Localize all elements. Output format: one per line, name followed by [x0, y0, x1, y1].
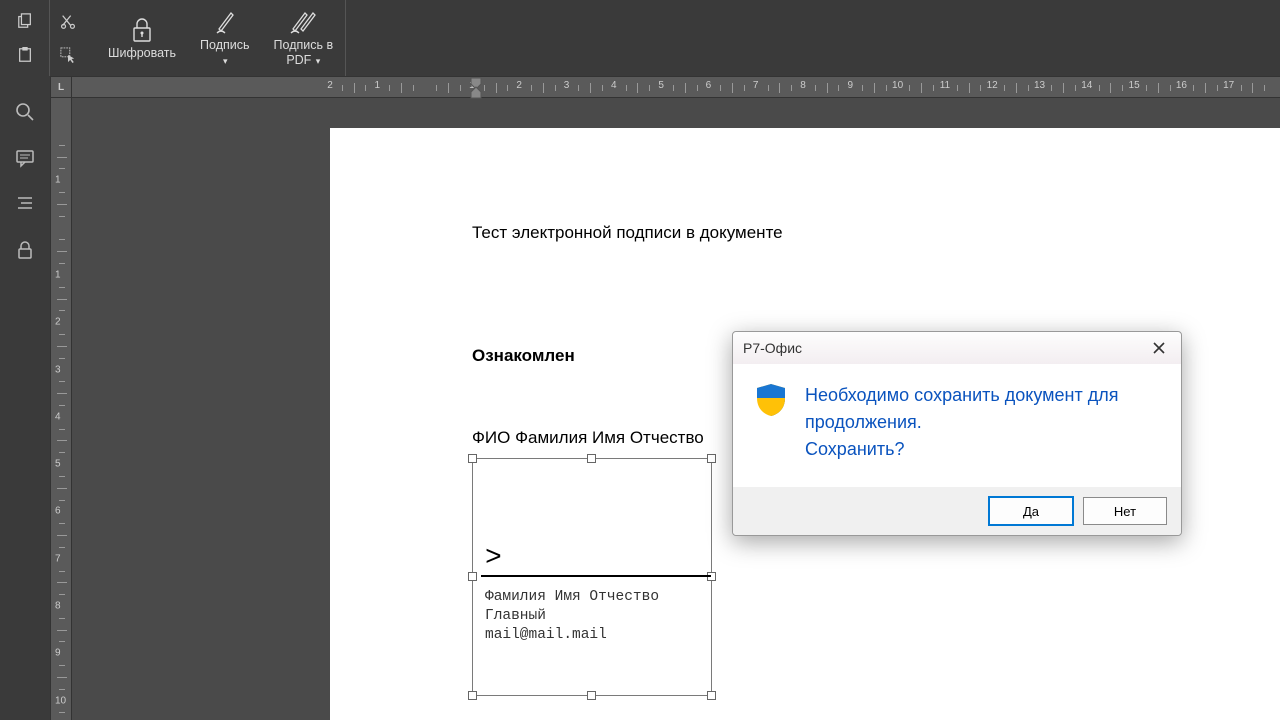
ruler-tick: 6 — [706, 80, 712, 91]
paste-icon[interactable] — [17, 47, 33, 63]
sign-button[interactable]: Подпись▾ — [188, 0, 261, 76]
ruler-tick: 10 — [892, 80, 903, 91]
ruler-tick: 4 — [611, 80, 617, 91]
dialog-message: Необходимо сохранить документ для продол… — [805, 382, 1161, 463]
signature-name: Фамилия Имя Отчество — [485, 589, 659, 605]
ruler-tick: 16 — [1176, 80, 1187, 91]
encrypt-label: Шифровать — [108, 46, 176, 61]
cut-icon[interactable] — [60, 13, 76, 29]
pen-pdf-icon — [289, 8, 317, 36]
vertical-ruler[interactable]: 1 1 2 3 4 5 6 7 8 9 10 — [50, 98, 72, 720]
resize-handle[interactable] — [587, 691, 596, 700]
ruler-tick: 2 — [55, 317, 61, 328]
search-icon[interactable] — [15, 102, 35, 122]
ribbon-buttons-group: Шифровать Подпись▾ Подпись вPDF ▾ — [96, 0, 346, 76]
ruler-tick: 3 — [564, 80, 570, 91]
resize-handle[interactable] — [707, 454, 716, 463]
no-button[interactable]: Нет — [1083, 497, 1167, 525]
close-icon[interactable] — [1147, 336, 1171, 360]
ruler-tick: 2 — [516, 80, 522, 91]
yes-button[interactable]: Да — [989, 497, 1073, 525]
copy-icon[interactable] — [17, 13, 33, 29]
signature-frame[interactable]: > Фамилия Имя Отчество Главный mail@mail… — [472, 458, 712, 696]
pen-icon — [213, 8, 237, 36]
ruler-tick: 7 — [55, 553, 61, 564]
ruler-tick: 1 — [55, 269, 61, 280]
ruler-tick: 4 — [55, 411, 61, 422]
left-sidebar — [0, 76, 50, 720]
ruler-tick: 7 — [753, 80, 759, 91]
ruler-tick: 15 — [1129, 80, 1140, 91]
ruler-tick: 11 — [940, 80, 950, 91]
lock-icon — [130, 16, 154, 44]
resize-handle[interactable] — [587, 454, 596, 463]
ruler-tick: 14 — [1081, 80, 1092, 91]
doc-line-3: ФИО Фамилия Имя Отчество — [472, 428, 704, 448]
resize-handle[interactable] — [468, 572, 477, 581]
dialog-footer: Да Нет — [733, 487, 1181, 535]
ruler-tick: 3 — [55, 364, 61, 375]
ruler-tick: 13 — [1034, 80, 1045, 91]
ruler-tick: 1 — [55, 175, 61, 186]
protection-icon[interactable] — [15, 240, 35, 260]
signature-arrow-glyph: > — [485, 543, 502, 574]
ruler-tick: 9 — [848, 80, 854, 91]
comment-icon[interactable] — [15, 148, 35, 168]
ruler-tick: 17 — [1223, 80, 1234, 91]
signature-line — [481, 575, 711, 577]
ruler-tick: 5 — [658, 80, 664, 91]
doc-line-1: Тест электронной подписи в документе — [472, 223, 783, 243]
encrypt-button[interactable]: Шифровать — [96, 0, 188, 76]
doc-line-2: Ознакомлен — [472, 346, 575, 366]
resize-handle[interactable] — [707, 691, 716, 700]
chevron-down-icon: ▾ — [316, 56, 321, 66]
resize-handle[interactable] — [468, 454, 477, 463]
dialog-body: Необходимо сохранить документ для продол… — [733, 364, 1181, 487]
shield-icon — [753, 382, 789, 418]
ruler-tick: 5 — [55, 459, 61, 470]
main-area: 211234567891011121314151617 112345678910… — [0, 76, 1280, 720]
indent-marker[interactable] — [470, 77, 482, 99]
ribbon-toolbar: Шифровать Подпись▾ Подпись вPDF ▾ — [0, 0, 1280, 76]
resize-handle[interactable] — [468, 691, 477, 700]
ruler-tick: 10 — [55, 695, 66, 706]
ruler-tick: 8 — [55, 601, 61, 612]
sign-pdf-button[interactable]: Подпись вPDF ▾ — [262, 0, 346, 76]
ruler-tick: 6 — [55, 506, 61, 517]
dialog-title-text: Р7-Офис — [743, 340, 1147, 356]
ruler-tick: 9 — [55, 648, 61, 659]
signature-email: mail@mail.mail — [485, 627, 607, 643]
dialog-titlebar[interactable]: Р7-Офис — [733, 332, 1181, 364]
ruler-corner[interactable] — [50, 76, 72, 98]
ruler-tick: 1 — [375, 80, 381, 91]
select-icon[interactable] — [60, 47, 76, 63]
horizontal-ruler[interactable]: 211234567891011121314151617 — [50, 76, 1280, 98]
ruler-tick: 12 — [987, 80, 998, 91]
ribbon-mini-column-2 — [50, 0, 86, 76]
ruler-tick: 2 — [327, 80, 333, 91]
ruler-tick: 8 — [800, 80, 806, 91]
chevron-down-icon: ▾ — [223, 56, 228, 66]
ribbon-mini-column-1 — [0, 0, 50, 76]
save-dialog: Р7-Офис Необходимо сохранить документ дл… — [732, 331, 1182, 536]
headings-icon[interactable] — [15, 194, 35, 214]
sign-pdf-label: Подпись вPDF ▾ — [274, 38, 334, 68]
signature-role: Главный — [485, 608, 546, 624]
sign-label: Подпись▾ — [200, 38, 249, 68]
